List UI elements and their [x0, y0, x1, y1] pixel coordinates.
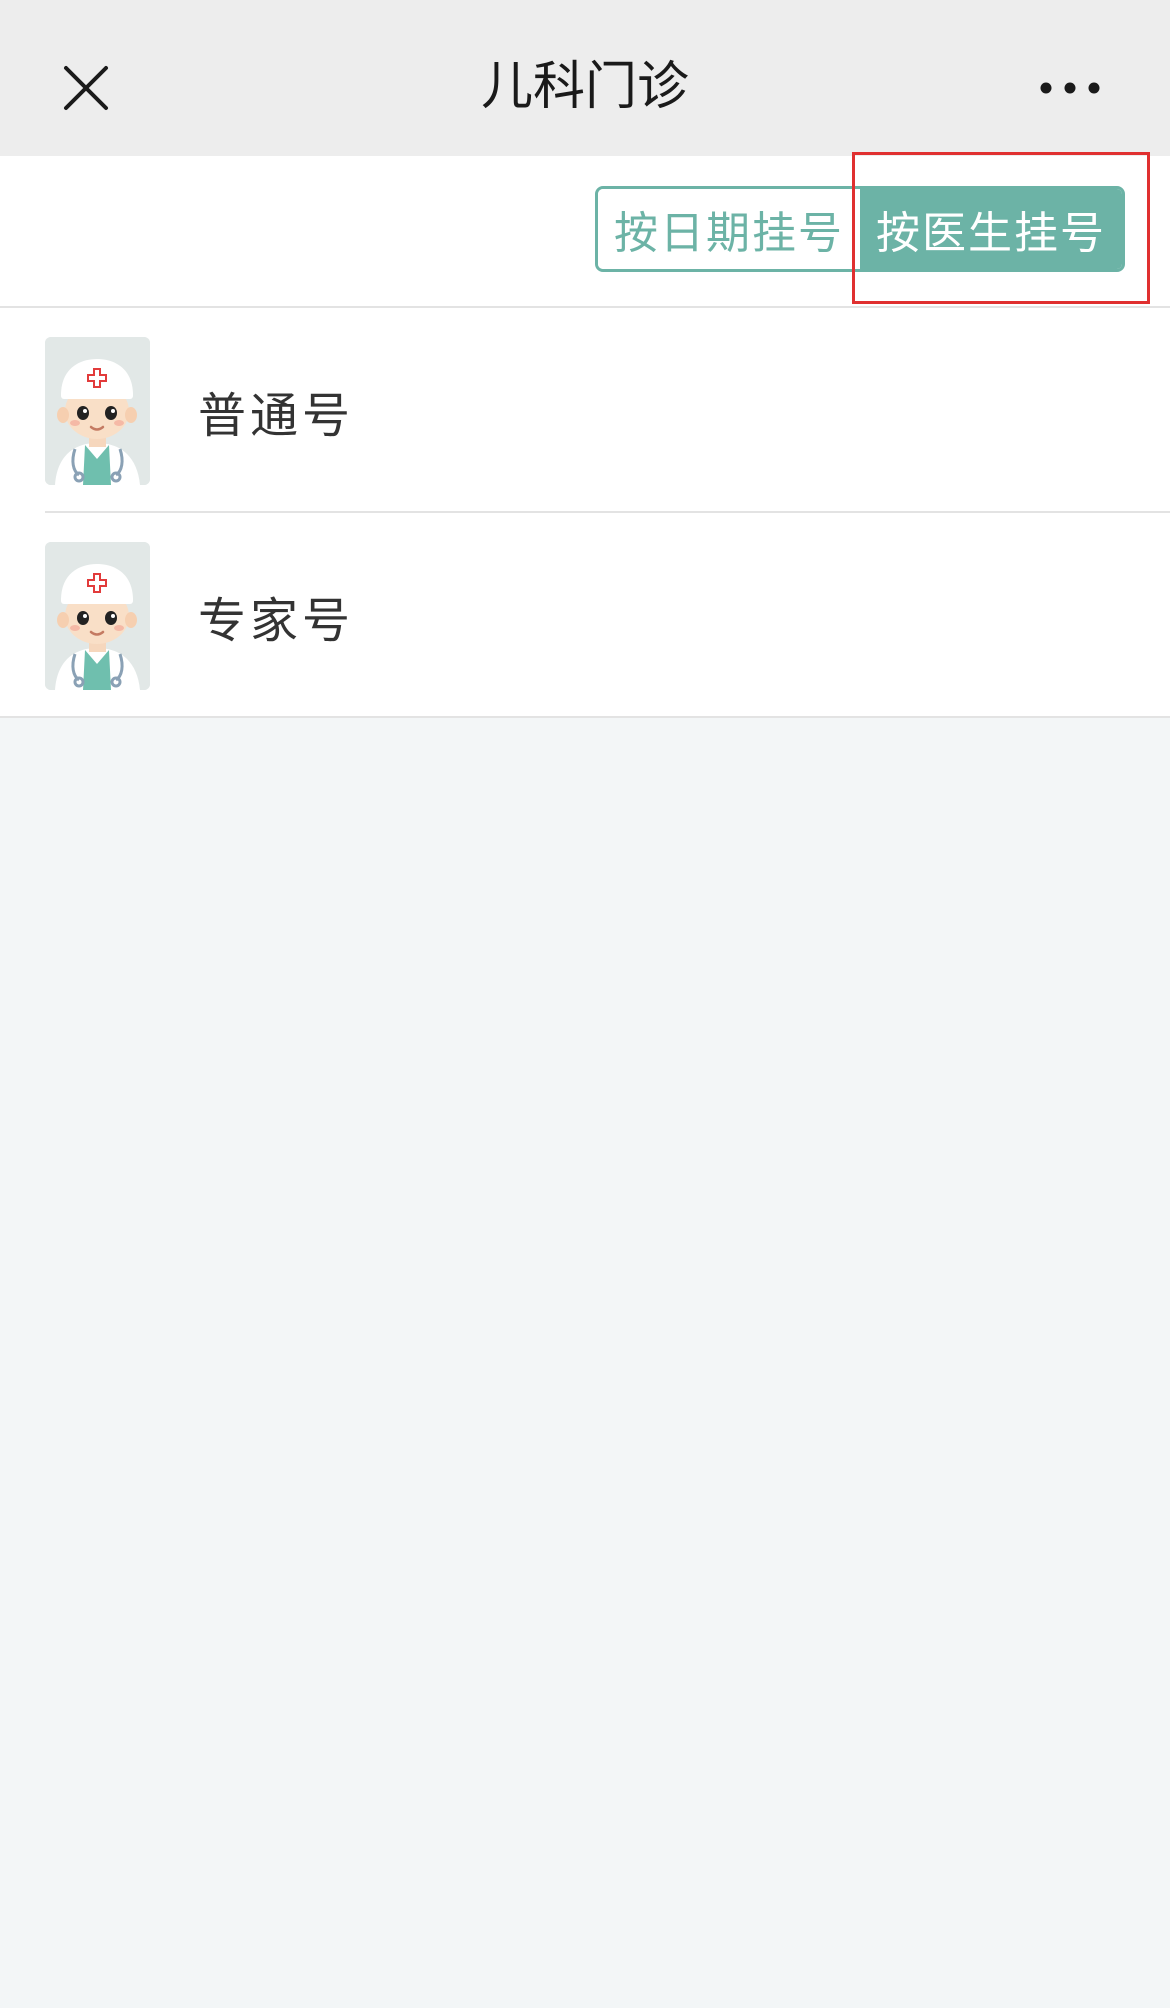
more-options-button[interactable] — [1020, 52, 1120, 124]
registration-type-list: 普通号 专家号 — [0, 308, 1170, 718]
tab-by-doctor[interactable]: 按医生挂号 — [860, 189, 1122, 269]
tab-by-date[interactable]: 按日期挂号 — [598, 189, 860, 269]
close-button[interactable] — [50, 52, 122, 124]
page-title: 儿科门诊 — [480, 57, 689, 117]
registration-mode-toolbar: 按日期挂号 按医生挂号 — [0, 156, 1170, 308]
doctor-avatar-icon — [45, 336, 150, 485]
close-icon — [64, 66, 108, 110]
divider — [0, 716, 1170, 718]
list-item-regular[interactable]: 普通号 — [0, 308, 1170, 513]
more-dots-icon — [1040, 82, 1100, 94]
navigation-bar: 儿科门诊 — [0, 0, 1170, 156]
doctor-avatar-icon — [45, 541, 150, 690]
registration-mode-segmented-control: 按日期挂号 按医生挂号 — [595, 186, 1125, 272]
list-item-expert[interactable]: 专家号 — [0, 513, 1170, 718]
list-item-label: 普通号 — [198, 387, 355, 444]
list-item-label: 专家号 — [198, 592, 355, 649]
